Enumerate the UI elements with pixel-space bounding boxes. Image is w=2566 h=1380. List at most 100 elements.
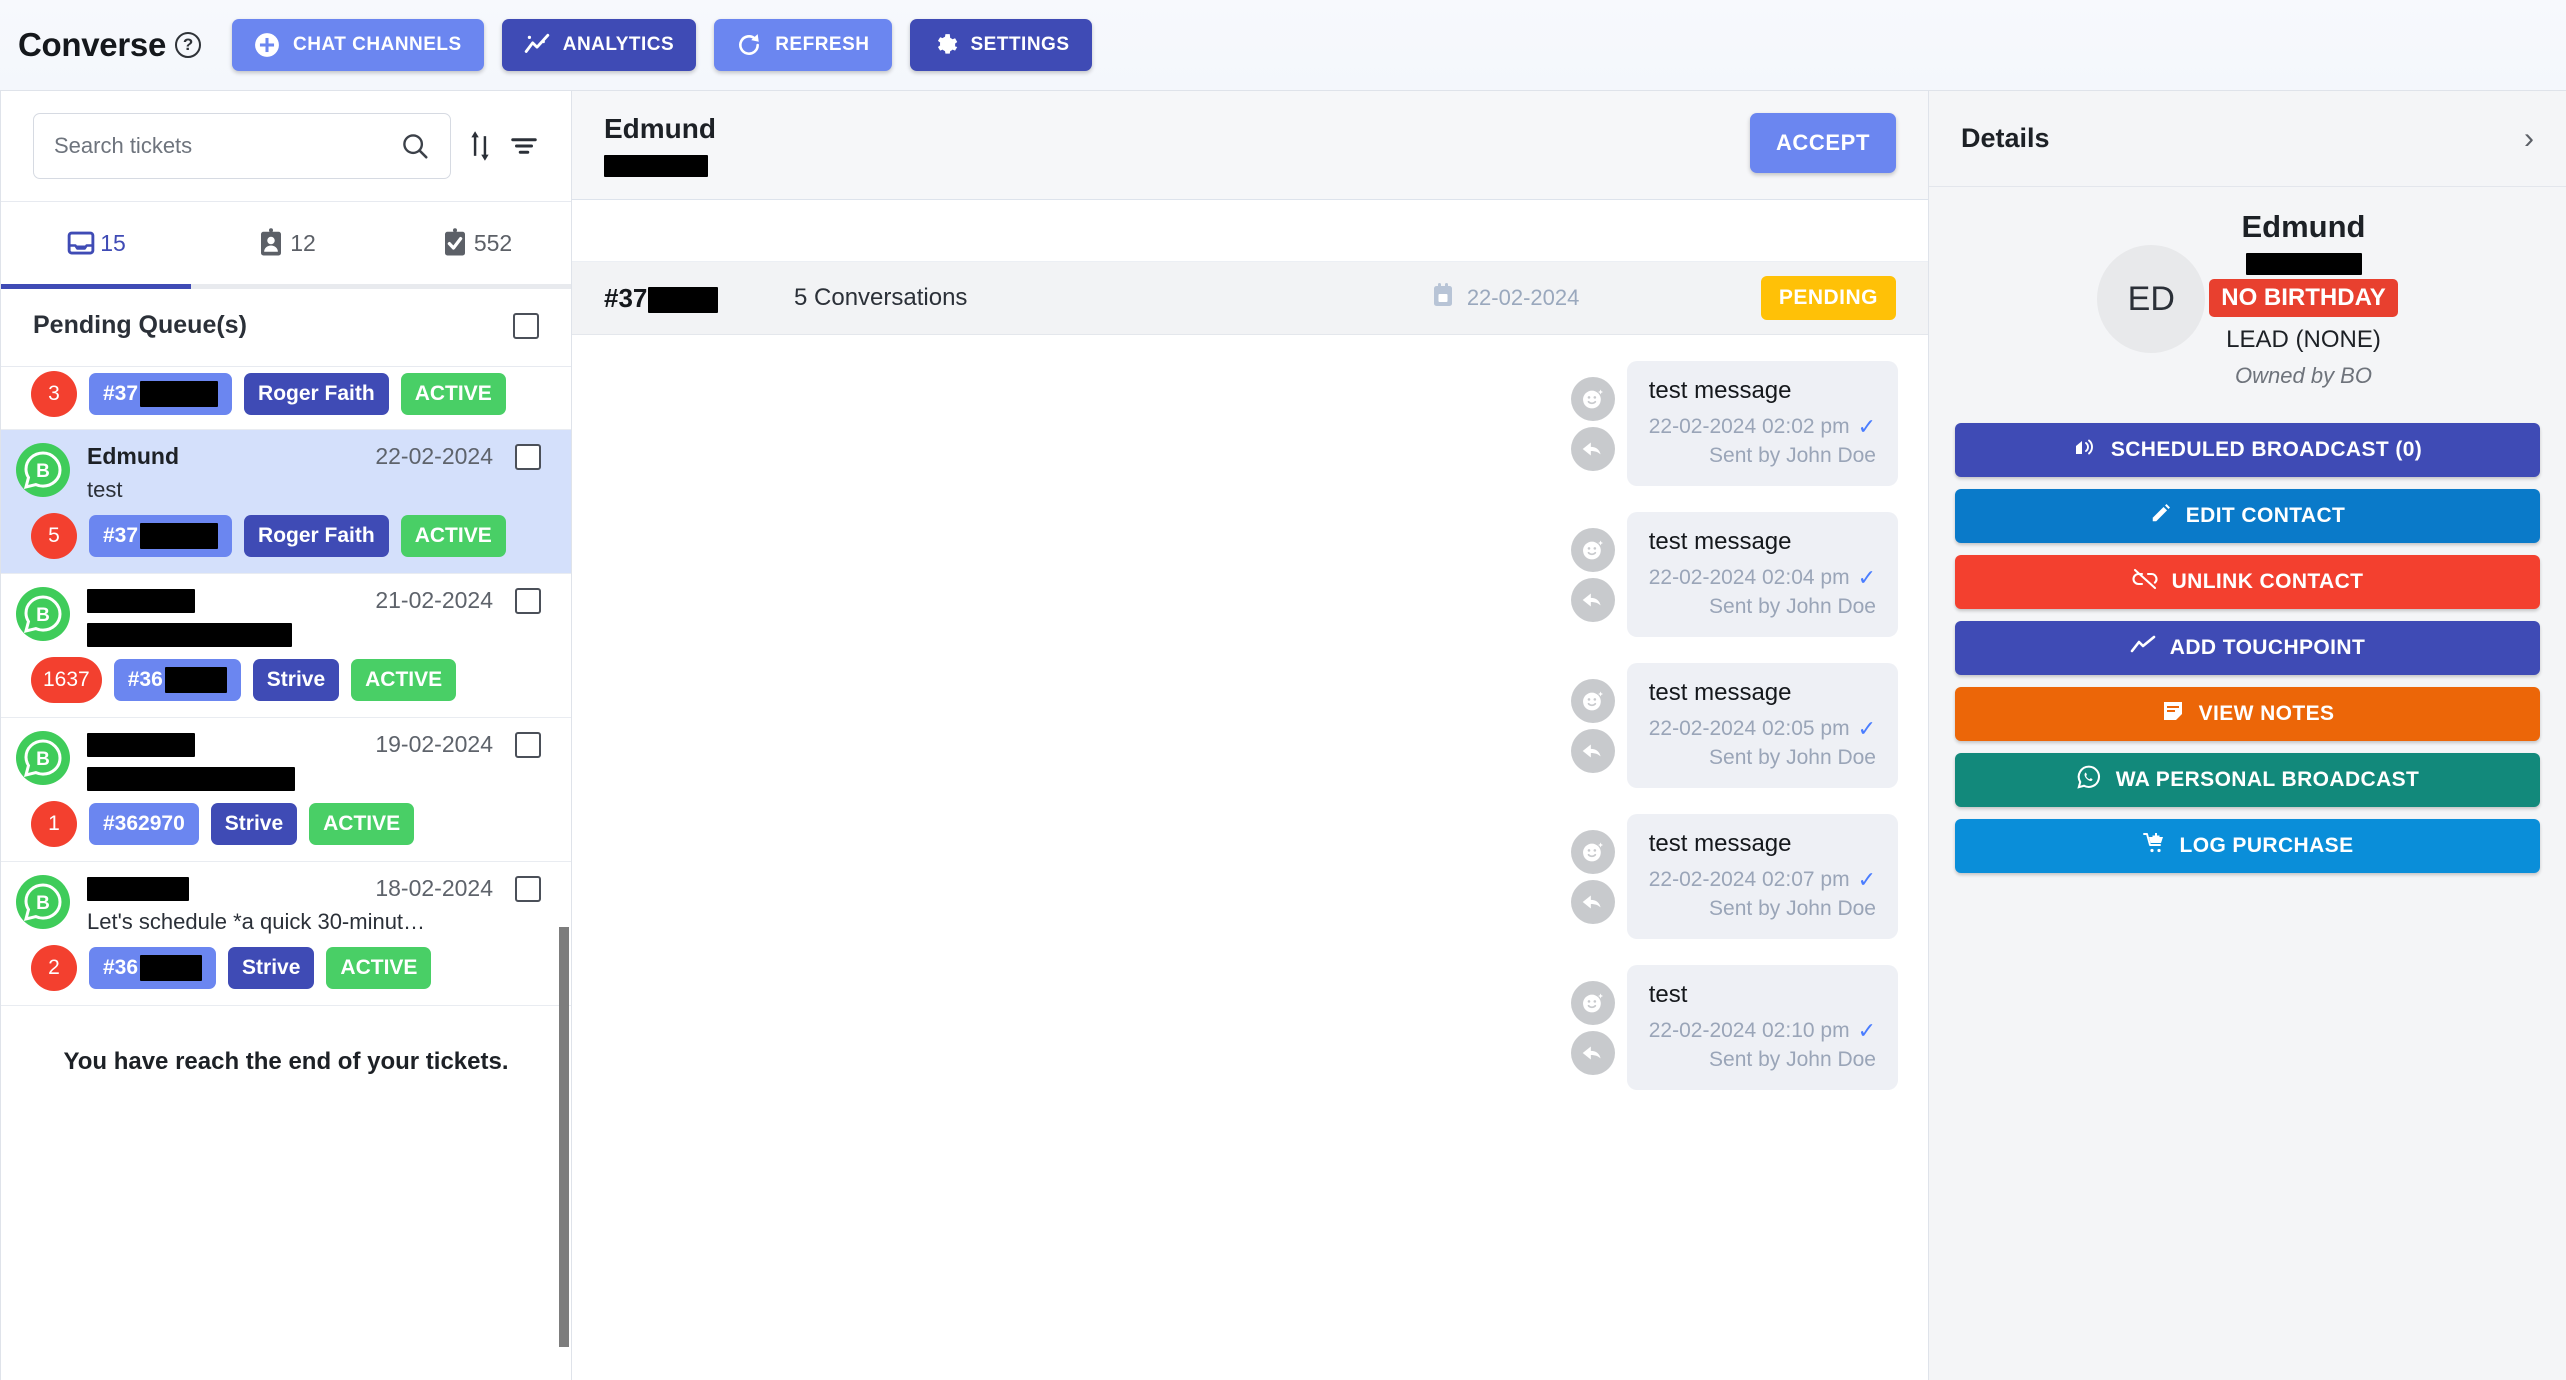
search-box[interactable]	[33, 113, 451, 179]
emoji-react-icon[interactable]	[1570, 679, 1615, 723]
emoji-react-icon[interactable]	[1570, 830, 1615, 874]
settings-button[interactable]: SETTINGS	[909, 19, 1092, 71]
ticket-id-label: #37	[103, 524, 139, 547]
team-tag[interactable]: Strive	[252, 659, 340, 702]
app-header: Converse ? CHAT CHANNELS ANALYTICS REFRE…	[0, 0, 2566, 90]
message-sender: Sent by John Doe	[1709, 444, 1876, 467]
tab-contacts-count: 12	[290, 229, 316, 256]
ticket-list[interactable]: 3 #37 Roger Faith ACTIVE B Edmund 22-02-…	[1, 367, 571, 1380]
note-icon	[2161, 699, 2185, 729]
emoji-react-icon[interactable]	[1570, 528, 1615, 572]
scheduled-broadcast-button[interactable]: SCHEDULED BROADCAST (0)	[1955, 423, 2540, 477]
message-text: test message	[1648, 528, 1792, 555]
unlink-contact-label: UNLINK CONTACT	[2171, 570, 2364, 593]
sort-icon[interactable]	[465, 130, 495, 162]
emoji-react-icon[interactable]	[1570, 981, 1615, 1025]
team-tag[interactable]: Strive	[228, 947, 315, 990]
message-bubble: test message 22-02-2024 02:07 pm ✓ Sent b…	[1626, 814, 1898, 939]
status-tag: ACTIVE	[326, 947, 432, 990]
list-item[interactable]: B 18-02-2024 Let's schedule *a quick 30-…	[1, 862, 571, 1007]
ticket-id-tag[interactable]: #37	[89, 373, 233, 415]
message-text: test message	[1648, 679, 1792, 706]
list-item[interactable]: B 19-02-2024 1 #362970 Strive ACTIVE	[1, 718, 571, 863]
ticket-id-tag[interactable]: #37	[89, 515, 233, 557]
chevron-right-icon[interactable]: ›	[2524, 123, 2534, 154]
tab-contacts[interactable]: 12	[191, 202, 381, 284]
message-snippet-redacted	[87, 623, 292, 648]
brand: Converse ?	[18, 26, 202, 64]
message-sender: Sent by John Doe	[1709, 897, 1876, 920]
team-tag[interactable]: Strive	[210, 803, 298, 846]
search-icon[interactable]	[400, 131, 430, 161]
conversation-panel: Edmund ACCEPT #37 5 Conversations 22-02-…	[572, 90, 1928, 1380]
sidebar-tabs: 15 12 552	[1, 202, 571, 284]
ticket-contact-name: Edmund	[604, 113, 716, 144]
sidebar-scrollbar[interactable]	[559, 927, 569, 1347]
ticket-checkbox[interactable]	[515, 587, 541, 614]
ticket-id-tag[interactable]: #36	[113, 659, 241, 702]
message-bubble: test message 22-02-2024 02:04 pm ✓ Sent b…	[1626, 512, 1898, 637]
calendar-icon	[1431, 282, 1455, 314]
list-item[interactable]: B Edmund 22-02-2024 test 5 #37 Roger Fai…	[1, 430, 571, 574]
trend-icon	[2130, 634, 2156, 662]
analytics-label: ANALYTICS	[562, 34, 675, 55]
conversation-id: #37	[604, 283, 794, 314]
reply-icon[interactable]	[1570, 880, 1615, 924]
unlink-contact-button[interactable]: UNLINK CONTACT	[1955, 555, 2540, 609]
select-all-checkbox[interactable]	[513, 312, 539, 339]
details-title: Details	[1961, 123, 2050, 153]
refresh-button[interactable]: REFRESH	[714, 19, 892, 71]
ticket-id-tag[interactable]: #362970	[89, 803, 199, 846]
unread-count: 3	[31, 371, 77, 417]
message-timestamp: 22-02-2024 02:07 pm	[1648, 868, 1850, 891]
add-touchpoint-button[interactable]: ADD TOUCHPOINT	[1955, 621, 2540, 675]
ticket-phone-redacted	[604, 155, 708, 177]
ticket-checkbox[interactable]	[515, 443, 541, 470]
conversation-summary-bar[interactable]: #37 5 Conversations 22-02-2024 PENDING	[572, 262, 1928, 335]
edit-contact-button[interactable]: EDIT CONTACT	[1955, 489, 2540, 543]
question-circle-icon[interactable]: ?	[175, 32, 202, 58]
app-body: 15 12 552 Pending Queue(s) 3	[0, 90, 2566, 1380]
filter-icon[interactable]	[509, 131, 539, 161]
reply-icon[interactable]	[1570, 1031, 1615, 1075]
ticket-id-tag[interactable]: #36	[89, 947, 217, 990]
check-icon: ✓	[1857, 1018, 1876, 1043]
contact-name-redacted	[87, 732, 195, 757]
list-item[interactable]: 3 #37 Roger Faith ACTIVE	[1, 367, 571, 430]
view-notes-button[interactable]: VIEW NOTES	[1955, 687, 2540, 741]
message-timestamp: 22-02-2024 02:02 pm	[1648, 415, 1850, 438]
lead-status: LEAD (NONE)	[2226, 326, 2381, 353]
search-input[interactable]	[54, 133, 400, 159]
check-icon: ✓	[1857, 716, 1876, 741]
unread-count: 1	[31, 801, 77, 848]
contact-name: Edmund	[87, 443, 179, 469]
accept-button[interactable]: ACCEPT	[1749, 113, 1896, 173]
message-snippet-redacted	[87, 767, 295, 792]
wa-personal-broadcast-button[interactable]: WA PERSONAL BROADCAST	[1955, 753, 2540, 807]
ticket-id-label: #36	[127, 668, 163, 692]
reply-icon[interactable]	[1570, 427, 1615, 471]
reply-icon[interactable]	[1570, 578, 1615, 622]
analytics-button[interactable]: ANALYTICS	[501, 19, 697, 71]
list-item[interactable]: B 21-02-2024 1637 #36 Strive ACTIVE	[1, 574, 571, 719]
message-timestamp: 22-02-2024 02:04 pm	[1648, 566, 1850, 589]
edit-contact-label: EDIT CONTACT	[2185, 504, 2346, 527]
reply-icon[interactable]	[1570, 729, 1615, 773]
ticket-checkbox[interactable]	[515, 731, 541, 758]
message-timestamp: 22-02-2024 02:10 pm	[1648, 1019, 1850, 1042]
svg-text:B: B	[36, 749, 50, 770]
check-icon: ✓	[1857, 565, 1876, 590]
tab-closed[interactable]: 552	[381, 202, 571, 284]
log-purchase-button[interactable]: LOG PURCHASE	[1955, 819, 2540, 873]
chat-channels-label: CHAT CHANNELS	[293, 34, 462, 55]
emoji-react-icon[interactable]	[1570, 377, 1615, 421]
details-header: Details ›	[1929, 91, 2566, 187]
message-list[interactable]: test message 22-02-2024 02:02 pm ✓ Sent b…	[572, 335, 1928, 1380]
tab-inbox[interactable]: 15	[1, 202, 191, 284]
chat-channels-button[interactable]: CHAT CHANNELS	[232, 19, 484, 71]
conversation-id-label: #37	[604, 282, 648, 313]
team-tag[interactable]: Roger Faith	[244, 515, 389, 557]
ticket-checkbox[interactable]	[515, 875, 541, 902]
message-snippet: test	[87, 477, 123, 502]
team-tag[interactable]: Roger Faith	[244, 373, 389, 415]
